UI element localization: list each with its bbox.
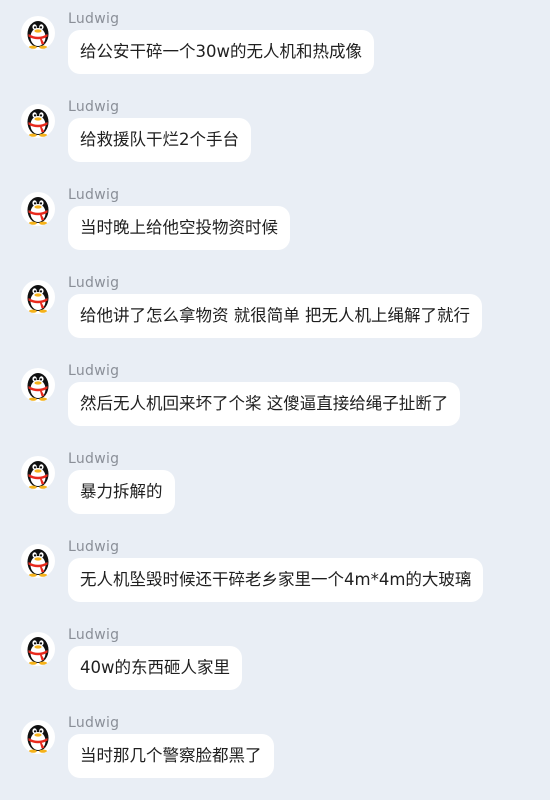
- sender-name[interactable]: Ludwig: [68, 538, 119, 556]
- chat-message: Ludwig 无人机坠毁时候还干碎老乡家里一个4m*4m的大玻璃: [0, 528, 550, 616]
- avatar[interactable]: [21, 368, 55, 402]
- message-bubble[interactable]: 然后无人机回来坏了个桨 这傻逼直接给绳子扯断了: [68, 382, 461, 426]
- message-bubble[interactable]: 40w的东西砸人家里: [68, 646, 242, 690]
- chat-message: Ludwig 暴力拆解的: [0, 440, 550, 528]
- chat-message: Ludwig 然后无人机回来坏了个桨 这傻逼直接给绳子扯断了: [0, 352, 550, 440]
- message-bubble[interactable]: 给他讲了怎么拿物资 就很简单 把无人机上绳解了就行: [68, 294, 482, 338]
- sender-name[interactable]: Ludwig: [68, 186, 119, 204]
- qq-penguin-icon: [21, 104, 55, 138]
- sender-name[interactable]: Ludwig: [68, 10, 119, 28]
- sender-name[interactable]: Ludwig: [68, 274, 119, 292]
- message-bubble[interactable]: 当时晚上给他空投物资时候: [68, 206, 290, 250]
- qq-penguin-icon: [21, 632, 55, 666]
- chat-message-list[interactable]: Ludwig 给公安干碎一个30w的无人机和热成像 Ludwig 给救援队干烂2…: [0, 0, 550, 800]
- avatar[interactable]: [21, 456, 55, 490]
- avatar[interactable]: [21, 632, 55, 666]
- message-bubble[interactable]: 无人机坠毁时候还干碎老乡家里一个4m*4m的大玻璃: [68, 558, 484, 602]
- qq-penguin-icon: [21, 192, 55, 226]
- message-bubble[interactable]: 当时那几个警察脸都黑了: [68, 734, 274, 778]
- sender-name[interactable]: Ludwig: [68, 626, 119, 644]
- avatar[interactable]: [21, 104, 55, 138]
- chat-message: Ludwig 给救援队干烂2个手台: [0, 88, 550, 176]
- avatar[interactable]: [21, 720, 55, 754]
- qq-penguin-icon: [21, 456, 55, 490]
- chat-message: Ludwig 40w的东西砸人家里: [0, 616, 550, 704]
- message-bubble[interactable]: 暴力拆解的: [68, 470, 175, 514]
- chat-message: Ludwig 当时晚上给他空投物资时候: [0, 176, 550, 264]
- sender-name[interactable]: Ludwig: [68, 98, 119, 116]
- avatar[interactable]: [21, 280, 55, 314]
- avatar[interactable]: [21, 16, 55, 50]
- qq-penguin-icon: [21, 280, 55, 314]
- sender-name[interactable]: Ludwig: [68, 714, 119, 732]
- sender-name[interactable]: Ludwig: [68, 362, 119, 380]
- qq-penguin-icon: [21, 16, 55, 50]
- chat-message: Ludwig 给公安干碎一个30w的无人机和热成像: [0, 0, 550, 88]
- avatar[interactable]: [21, 544, 55, 578]
- chat-message: Ludwig 当时那几个警察脸都黑了: [0, 704, 550, 792]
- qq-penguin-icon: [21, 544, 55, 578]
- message-bubble[interactable]: 给救援队干烂2个手台: [68, 118, 251, 162]
- qq-penguin-icon: [21, 368, 55, 402]
- sender-name[interactable]: Ludwig: [68, 450, 119, 468]
- chat-message: Ludwig 给他讲了怎么拿物资 就很简单 把无人机上绳解了就行: [0, 264, 550, 352]
- message-bubble[interactable]: 给公安干碎一个30w的无人机和热成像: [68, 30, 374, 74]
- qq-penguin-icon: [21, 720, 55, 754]
- avatar[interactable]: [21, 192, 55, 226]
